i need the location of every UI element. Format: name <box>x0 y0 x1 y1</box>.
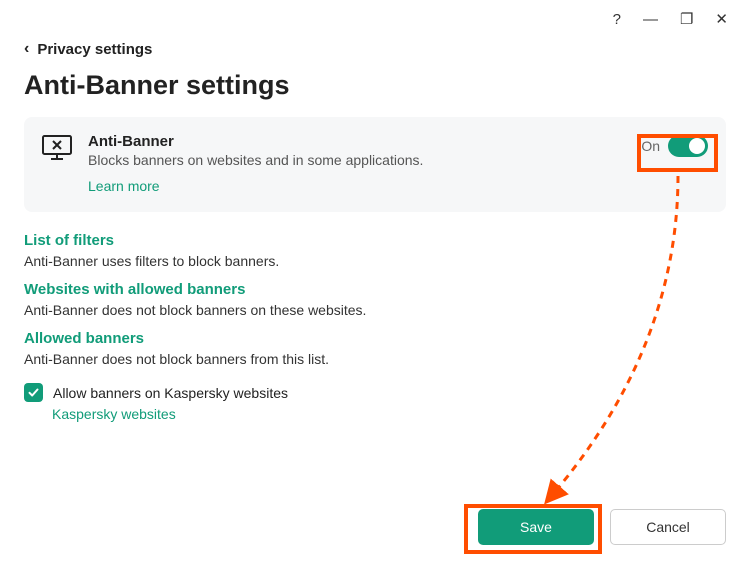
checkbox-label: Allow banners on Kaspersky websites <box>53 385 288 401</box>
section-heading: Allowed banners <box>24 330 726 347</box>
window-controls: ? — ❐ ✕ <box>591 0 750 38</box>
help-icon[interactable]: ? <box>613 11 621 28</box>
section-desc: Anti-Banner uses filters to block banner… <box>24 253 726 269</box>
anti-banner-card: Anti-Banner Blocks banners on websites a… <box>24 117 726 212</box>
page-title: Anti-Banner settings <box>0 66 750 117</box>
chevron-left-icon: ‹ <box>24 40 29 58</box>
section-filters[interactable]: List of filters Anti-Banner uses filters… <box>0 224 750 273</box>
learn-more-link[interactable]: Learn more <box>88 178 160 194</box>
maximize-icon[interactable]: ❐ <box>680 10 693 28</box>
kaspersky-websites-link[interactable]: Kaspersky websites <box>52 406 176 422</box>
breadcrumb-label: Privacy settings <box>37 41 152 58</box>
section-heading: List of filters <box>24 232 726 249</box>
footer-buttons: Save Cancel <box>478 509 726 545</box>
save-button[interactable]: Save <box>478 509 594 545</box>
section-desc: Anti-Banner does not block banners on th… <box>24 302 726 318</box>
section-allowed-sites[interactable]: Websites with allowed banners Anti-Banne… <box>0 273 750 322</box>
anti-banner-icon <box>42 133 72 166</box>
section-desc: Anti-Banner does not block banners from … <box>24 351 726 367</box>
anti-banner-toggle[interactable] <box>668 135 708 157</box>
toggle-state-label: On <box>641 138 660 154</box>
allow-kaspersky-checkbox-row[interactable]: Allow banners on Kaspersky websites <box>0 371 750 404</box>
checkbox-checked-icon[interactable] <box>24 383 43 402</box>
cancel-button[interactable]: Cancel <box>610 509 726 545</box>
close-icon[interactable]: ✕ <box>715 10 728 28</box>
section-heading: Websites with allowed banners <box>24 281 726 298</box>
card-title: Anti-Banner <box>88 133 625 150</box>
section-allowed-banners[interactable]: Allowed banners Anti-Banner does not blo… <box>0 322 750 371</box>
card-description: Blocks banners on websites and in some a… <box>88 152 625 168</box>
minimize-icon[interactable]: — <box>643 11 658 28</box>
